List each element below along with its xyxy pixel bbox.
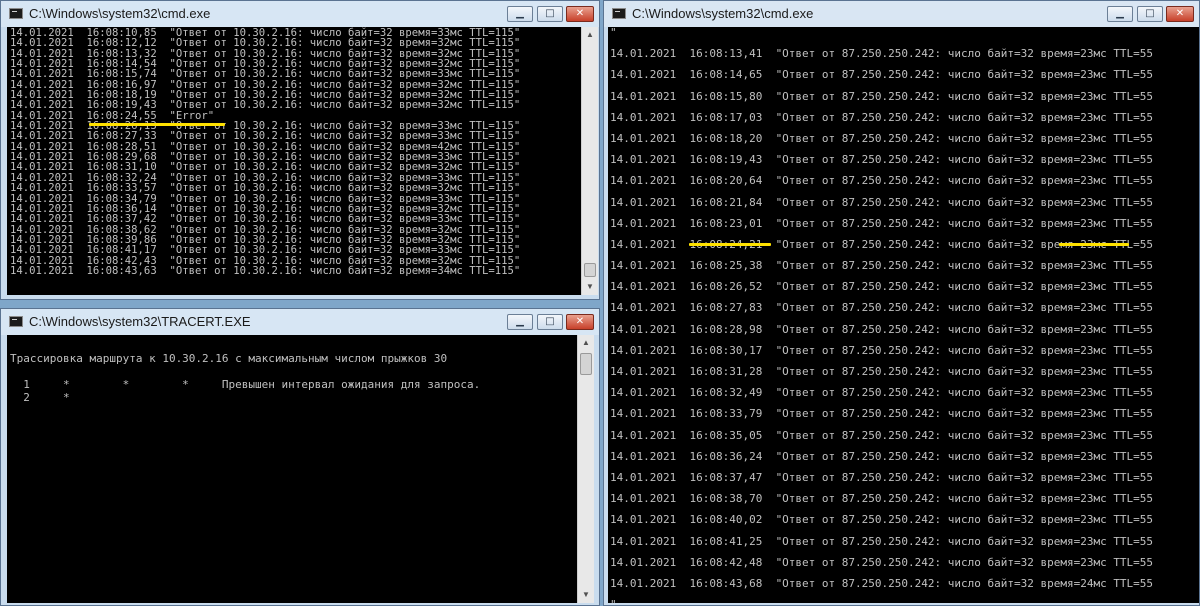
console-line: 14.01.2021 16:08:42,48 "Ответ от 87.250.… [610,555,1154,569]
error-time-highlight [89,123,225,126]
console-line: 14.01.2021 16:08:37,47 "Ответ от 87.250.… [610,470,1154,484]
close-button[interactable]: ✕ [566,6,594,22]
vertical-scrollbar[interactable]: ▲ ▼ [577,335,594,603]
console-output[interactable]: " 14.01.2021 16:08:13,41 "Ответ от 87.25… [608,27,1199,603]
console-line: 14.01.2021 16:08:14,65 "Ответ от 87.250.… [610,68,1154,82]
scrollbar-thumb[interactable] [584,263,596,277]
scroll-up-arrow-icon[interactable]: ▲ [578,335,594,351]
console-line: 14.01.2021 16:08:17,03 "Ответ от 87.250.… [610,110,1154,124]
cmd-window-ping-internal-titlebar[interactable]: C:\Windows\system32\cmd.exe ▁ □ ✕ [1,1,599,27]
console-line: 14.01.2021 16:08:43,68 "Ответ от 87.250.… [610,576,1154,590]
console-line: 14.01.2021 16:08:36,24 "Ответ от 87.250.… [610,449,1154,463]
time-highlight [689,243,771,246]
console-line: 14.01.2021 16:08:19,43 "Ответ от 87.250.… [610,153,1154,167]
console-icon [9,8,23,19]
minimize-button[interactable]: ▁ [507,314,533,330]
console-line: 14.01.2021 16:08:18,20 "Ответ от 87.250.… [610,131,1154,145]
console-output[interactable]: 14.01.2021 16:08:10,85 "Ответ от 10.30.2… [7,27,581,295]
window-title: C:\Windows\system32\cmd.exe [29,6,211,21]
minimize-button[interactable]: ▁ [1107,6,1133,22]
console-line: 14.01.2021 16:08:31,28 "Ответ от 87.250.… [610,365,1154,378]
scroll-down-arrow-icon[interactable]: ▼ [578,587,594,603]
console-line: 14.01.2021 16:08:27,83 "Ответ от 87.250.… [610,301,1154,315]
console-line: Трассировка маршрута к 10.30.2.16 с макс… [10,352,448,365]
console-icon [612,8,626,19]
console-line: 14.01.2021 16:08:43,63 "Ответ от 10.30.2… [10,264,521,277]
console-line: 14.01.2021 16:08:25,38 "Ответ от 87.250.… [610,259,1154,273]
maximize-button[interactable]: □ [1137,6,1163,22]
console-text: " 14.01.2021 16:08:13,41 "Ответ от 87.25… [608,27,1199,603]
cmd-window-ping-external[interactable]: C:\Windows\system32\cmd.exe ▁ □ ✕ " 14.0… [603,0,1200,606]
console-icon [9,316,23,327]
console-line: 14.01.2021 16:08:35,05 "Ответ от 87.250.… [610,428,1154,442]
console-line: 14.01.2021 16:08:28,98 "Ответ от 87.250.… [610,322,1154,336]
console-line: 14.01.2021 16:08:23,01 "Ответ от 87.250.… [610,216,1154,230]
console-line: 1 * * * Превышен интервал ожидания для з… [10,378,481,391]
console-output[interactable]: Трассировка маршрута к 10.30.2.16 с макс… [7,335,577,603]
console-line: 14.01.2021 16:08:30,17 "Ответ от 87.250.… [610,343,1154,357]
scrollbar-thumb[interactable] [580,353,592,375]
scroll-down-arrow-icon[interactable]: ▼ [582,279,598,295]
latency-highlight [1059,243,1129,246]
console-line: 2 * [10,391,70,404]
close-button[interactable]: ✕ [566,314,594,330]
console-line: 14.01.2021 16:08:32,49 "Ответ от 87.250.… [610,386,1154,400]
console-line: 14.01.2021 16:08:37,42 "Ответ от 10.30.2… [10,213,521,226]
minimize-button[interactable]: ▁ [507,6,533,22]
console-line: 14.01.2021 16:08:41,17 "Ответ от 10.30.2… [10,244,521,257]
console-line: 14.01.2021 16:08:38,70 "Ответ от 87.250.… [610,492,1154,506]
console-line: 14.01.2021 16:08:21,84 "Ответ от 87.250.… [610,195,1154,209]
console-line: 14.01.2021 16:08:41,25 "Ответ от 87.250.… [610,534,1154,548]
console-line: 14.01.2021 16:08:13,41 "Ответ от 87.250.… [610,47,1154,61]
maximize-button[interactable]: □ [537,6,563,22]
console-line: " [610,27,617,39]
maximize-button[interactable]: □ [537,314,563,330]
console-line: 14.01.2021 16:08:15,80 "Ответ от 87.250.… [610,89,1154,103]
console-line: " [610,594,1199,603]
vertical-scrollbar[interactable]: ▲ ▼ [581,27,598,295]
console-line: 14.01.2021 16:08:33,57 "Ответ от 10.30.2… [10,182,521,195]
tracert-window-titlebar[interactable]: C:\Windows\system32\TRACERT.EXE ▁ □ ✕ [1,309,599,335]
console-line: 14.01.2021 16:08:33,79 "Ответ от 87.250.… [610,407,1154,421]
close-button[interactable]: ✕ [1166,6,1194,22]
cmd-window-ping-external-titlebar[interactable]: C:\Windows\system32\cmd.exe ▁ □ ✕ [604,1,1199,27]
console-line: 14.01.2021 16:08:20,64 "Ответ от 87.250.… [610,174,1154,188]
scroll-up-arrow-icon[interactable]: ▲ [582,27,598,43]
console-line: 14.01.2021 16:08:40,02 "Ответ от 87.250.… [610,513,1154,527]
console-line: 14.01.2021 16:08:26,52 "Ответ от 87.250.… [610,280,1154,294]
window-title: C:\Windows\system32\cmd.exe [632,6,814,21]
cmd-window-ping-internal[interactable]: C:\Windows\system32\cmd.exe ▁ □ ✕ 14.01.… [0,0,600,300]
console-text: 14.01.2021 16:08:10,85 "Ответ от 10.30.2… [7,27,581,277]
window-title: C:\Windows\system32\TRACERT.EXE [29,314,251,329]
console-text: Трассировка маршрута к 10.30.2.16 с макс… [7,335,577,404]
tracert-window[interactable]: C:\Windows\system32\TRACERT.EXE ▁ □ ✕ Тр… [0,308,600,606]
